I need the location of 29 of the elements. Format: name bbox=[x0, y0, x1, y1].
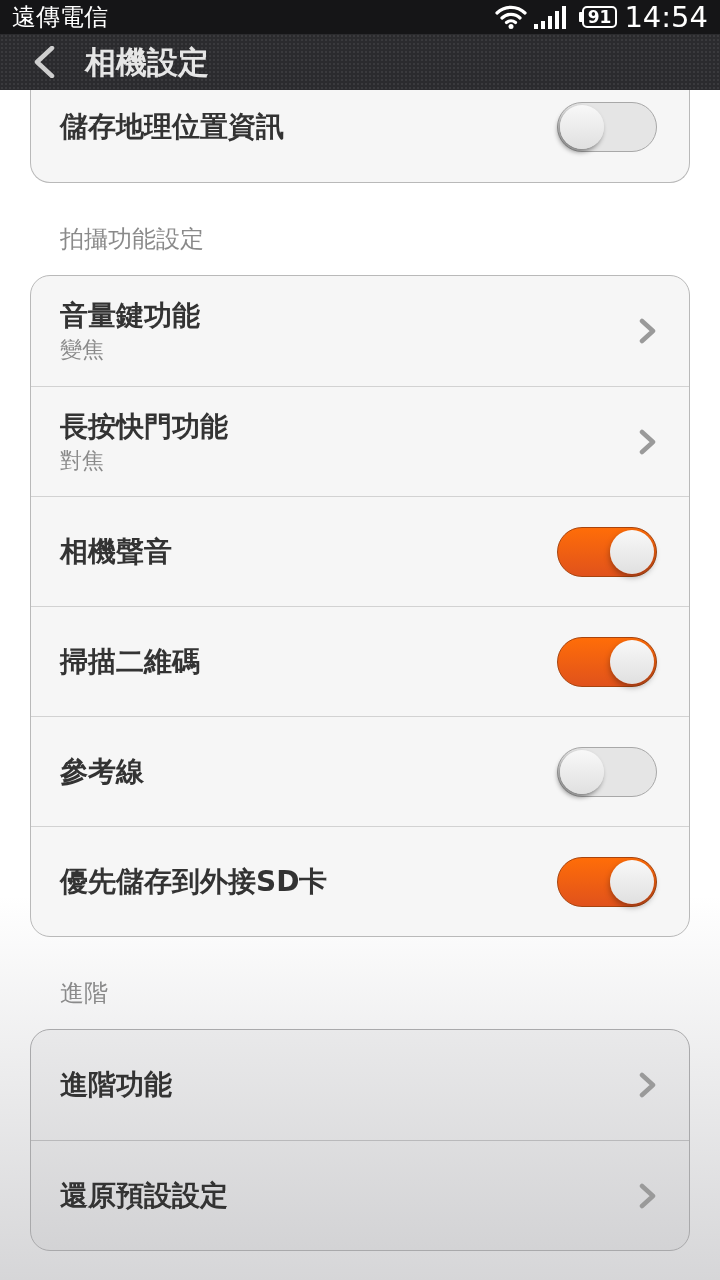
back-icon[interactable] bbox=[33, 46, 55, 78]
setting-label: 參考線 bbox=[60, 753, 144, 790]
setting-label: 音量鍵功能 bbox=[60, 298, 200, 334]
toggle-switch[interactable] bbox=[557, 102, 657, 152]
chevron-icon bbox=[639, 1072, 657, 1098]
toggle-switch[interactable] bbox=[557, 526, 657, 577]
setting-label: 進階功能 bbox=[60, 1067, 172, 1103]
setting-value: 變焦 bbox=[60, 336, 104, 364]
toggle-switch[interactable] bbox=[557, 636, 657, 687]
setting-label: 優先儲存到外接SD卡 bbox=[60, 863, 328, 900]
signal-icon bbox=[533, 5, 566, 29]
setting-label: 相機聲音 bbox=[60, 533, 172, 570]
wifi-icon bbox=[494, 5, 527, 29]
status-time: 14:54 bbox=[624, 1, 708, 33]
section-header: 進階 bbox=[60, 978, 108, 1009]
carrier-name: 遠傳電信 bbox=[12, 2, 108, 32]
section-header: 拍攝功能設定 bbox=[60, 224, 204, 255]
setting-label: 掃描二維碼 bbox=[60, 643, 200, 680]
chevron-icon bbox=[639, 318, 657, 344]
setting-label: 還原預設設定 bbox=[60, 1177, 228, 1214]
setting-label: 儲存地理位置資訊 bbox=[60, 109, 284, 145]
page-title: 相機設定 bbox=[85, 43, 209, 82]
toggle-switch[interactable] bbox=[557, 746, 657, 797]
toggle-switch[interactable] bbox=[557, 856, 657, 907]
setting-value: 對焦 bbox=[60, 446, 104, 475]
chevron-icon bbox=[639, 428, 657, 455]
chevron-icon bbox=[639, 1182, 657, 1209]
battery-indicator: 91 bbox=[578, 6, 618, 28]
setting-label: 長按快門功能 bbox=[60, 408, 228, 445]
